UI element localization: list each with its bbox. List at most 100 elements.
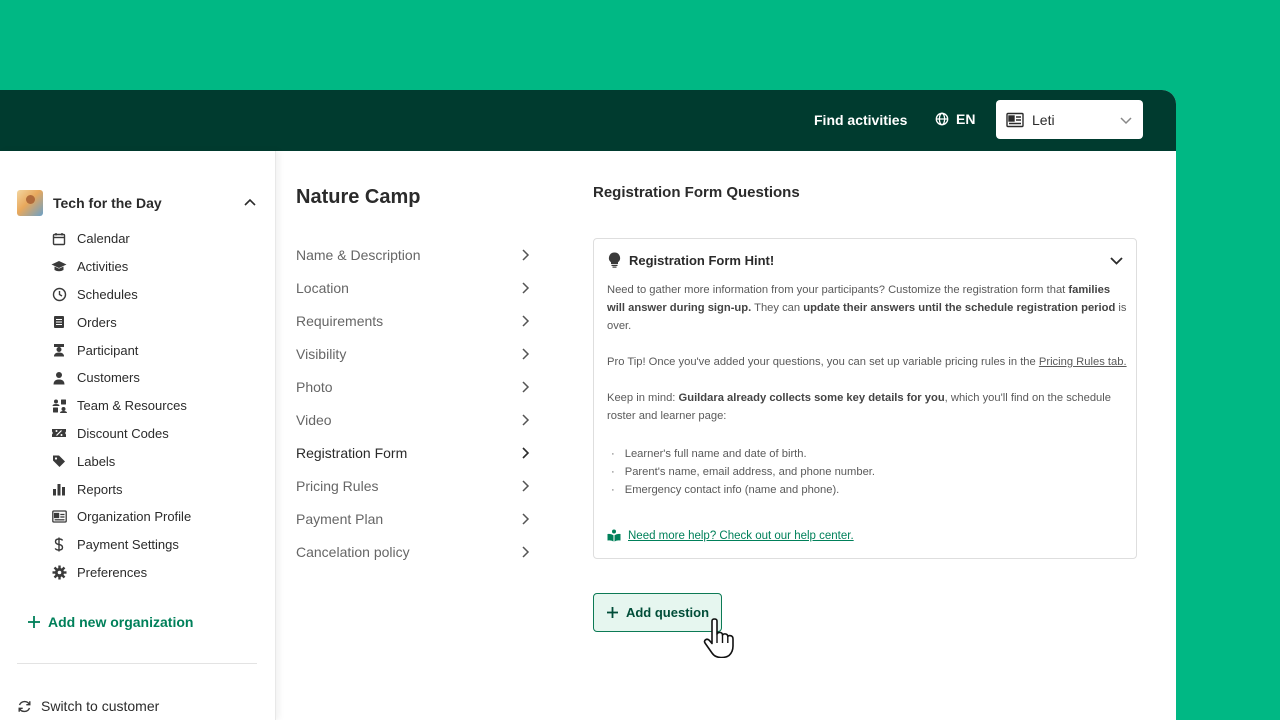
sidebar-item-label: Calendar [77,231,130,247]
settings-item-label: Photo [296,378,333,395]
settings-item-label: Payment Plan [296,511,384,528]
settings-item-visibility[interactable]: Visibility [296,337,536,370]
sidebar-item-calendar[interactable]: Calendar [50,225,191,253]
clock-icon [50,285,68,303]
hint-paragraph-3: Keep in mind: Guildara already collects … [607,389,1127,425]
account-name: Leti [1032,111,1055,128]
chevron-down-icon[interactable] [1109,253,1124,268]
chevron-right-icon [522,513,530,525]
dollar-icon [50,536,68,554]
sidebar-item-label: Payment Settings [77,537,179,553]
settings-item-pricing-rules[interactable]: Pricing Rules [296,470,536,503]
switch-to-customer-button[interactable]: Switch to customer [17,698,159,714]
sidebar-item-customers[interactable]: Customers [50,364,191,392]
sidebar-item-schedules[interactable]: Schedules [50,281,191,309]
sidebar-item-reports[interactable]: Reports [50,475,191,503]
sidebar-item-orders[interactable]: Orders [50,308,191,336]
help-center-link[interactable]: Need more help? Check out our help cente… [607,529,854,542]
chevron-right-icon [522,381,530,393]
sidebar-item-organization-profile[interactable]: Organization Profile [50,503,191,531]
discount-icon [50,424,68,442]
list-item: Learner's full name and date of birth. [611,445,1127,463]
hint-panel-header[interactable]: Registration Form Hint! [608,252,1124,268]
add-question-label: Add question [625,605,710,620]
settings-item-label: Cancelation policy [296,544,410,561]
app-window: Find activities EN Leti Tech for the Day… [0,90,1176,720]
chevron-right-icon [522,249,530,261]
activity-settings-menu: Name & Description Location Requirements… [296,238,536,569]
sidebar-item-label: Team & Resources [77,398,187,414]
sidebar-item-label: Discount Codes [77,425,169,441]
globe-icon [935,112,949,126]
settings-item-name-description[interactable]: Name & Description [296,238,536,271]
hint-bold-text: Guildara already collects some key detai… [678,392,945,404]
sidebar-nav: Calendar Activities Schedules Orders Par… [50,225,191,586]
plus-icon [28,616,40,628]
add-organization-button[interactable]: Add new organization [27,614,193,630]
find-activities-link[interactable]: Find activities [814,112,907,128]
sidebar-item-discount-codes[interactable]: Discount Codes [50,420,191,448]
person-icon [50,369,68,387]
settings-item-label: Location [296,279,349,296]
settings-item-label: Visibility [296,345,347,362]
hint-title: Registration Form Hint! [629,252,775,268]
sidebar-item-payment-settings[interactable]: Payment Settings [50,531,191,559]
sidebar-item-label: Preferences [77,564,148,580]
settings-item-location[interactable]: Location [296,271,536,304]
hint-bold-text: update their answers until the schedule … [803,302,1116,314]
chevron-right-icon [522,447,530,459]
id-card-icon [1006,112,1024,127]
tag-icon [50,452,68,470]
sidebar-item-label: Activities [77,259,129,275]
settings-item-payment-plan[interactable]: Payment Plan [296,503,536,536]
hand-pointer-cursor-icon [703,618,734,658]
settings-item-cancelation-policy[interactable]: Cancelation policy [296,536,536,569]
settings-item-photo[interactable]: Photo [296,370,536,403]
chevron-right-icon [522,348,530,360]
hint-text: Keep in mind: [607,392,679,404]
settings-item-requirements[interactable]: Requirements [296,304,536,337]
registration-form-hint-panel: Registration Form Hint! Need to gather m… [593,238,1137,559]
help-center-link-label: Need more help? Check out our help cente… [628,529,854,542]
sidebar-item-preferences[interactable]: Preferences [50,559,191,587]
student-icon [50,341,68,359]
language-label: EN [956,111,976,127]
sidebar-item-label: Labels [77,453,116,469]
list-item: Parent's name, email address, and phone … [611,463,1127,481]
chevron-right-icon [522,480,530,492]
sidebar-item-labels[interactable]: Labels [50,447,191,475]
settings-item-label: Pricing Rules [296,478,379,495]
add-organization-label: Add new organization [48,614,194,630]
graduation-cap-icon [50,258,68,276]
settings-item-video[interactable]: Video [296,403,536,436]
sidebar-item-label: Customers [77,370,140,386]
sidebar-item-label: Reports [77,481,123,497]
language-selector[interactable]: EN [935,111,975,127]
list-item: Emergency contact info (name and phone). [611,481,1127,499]
calendar-icon [50,230,68,248]
chevron-up-icon [244,198,256,206]
hint-paragraph-2: Pro Tip! Once you've added your question… [607,353,1127,371]
settings-item-label: Name & Description [296,246,421,263]
receipt-icon [50,313,68,331]
org-switcher[interactable]: Tech for the Day [17,189,257,217]
sidebar-item-label: Schedules [77,286,138,302]
hint-body: Need to gather more information from you… [607,281,1127,499]
hint-paragraph-1: Need to gather more information from you… [607,281,1127,335]
settings-item-registration-form[interactable]: Registration Form [296,437,536,470]
sidebar-item-participant[interactable]: Participant [50,336,191,364]
account-dropdown[interactable]: Leti [996,100,1143,139]
sidebar-item-activities[interactable]: Activities [50,253,191,281]
sidebar-divider [17,663,257,664]
pricing-rules-link[interactable]: Pricing Rules tab. [1039,356,1127,368]
id-card-icon [50,508,68,526]
hint-text: Need to gather more information from you… [607,284,1069,296]
lightbulb-icon [608,252,621,268]
sidebar-item-label: Organization Profile [77,509,192,525]
sidebar-item-label: Participant [77,342,139,358]
gear-icon [50,563,68,581]
bar-chart-icon [50,480,68,498]
org-avatar [17,190,43,216]
hint-text: They can [751,302,804,314]
sidebar-item-team-resources[interactable]: Team & Resources [50,392,191,420]
